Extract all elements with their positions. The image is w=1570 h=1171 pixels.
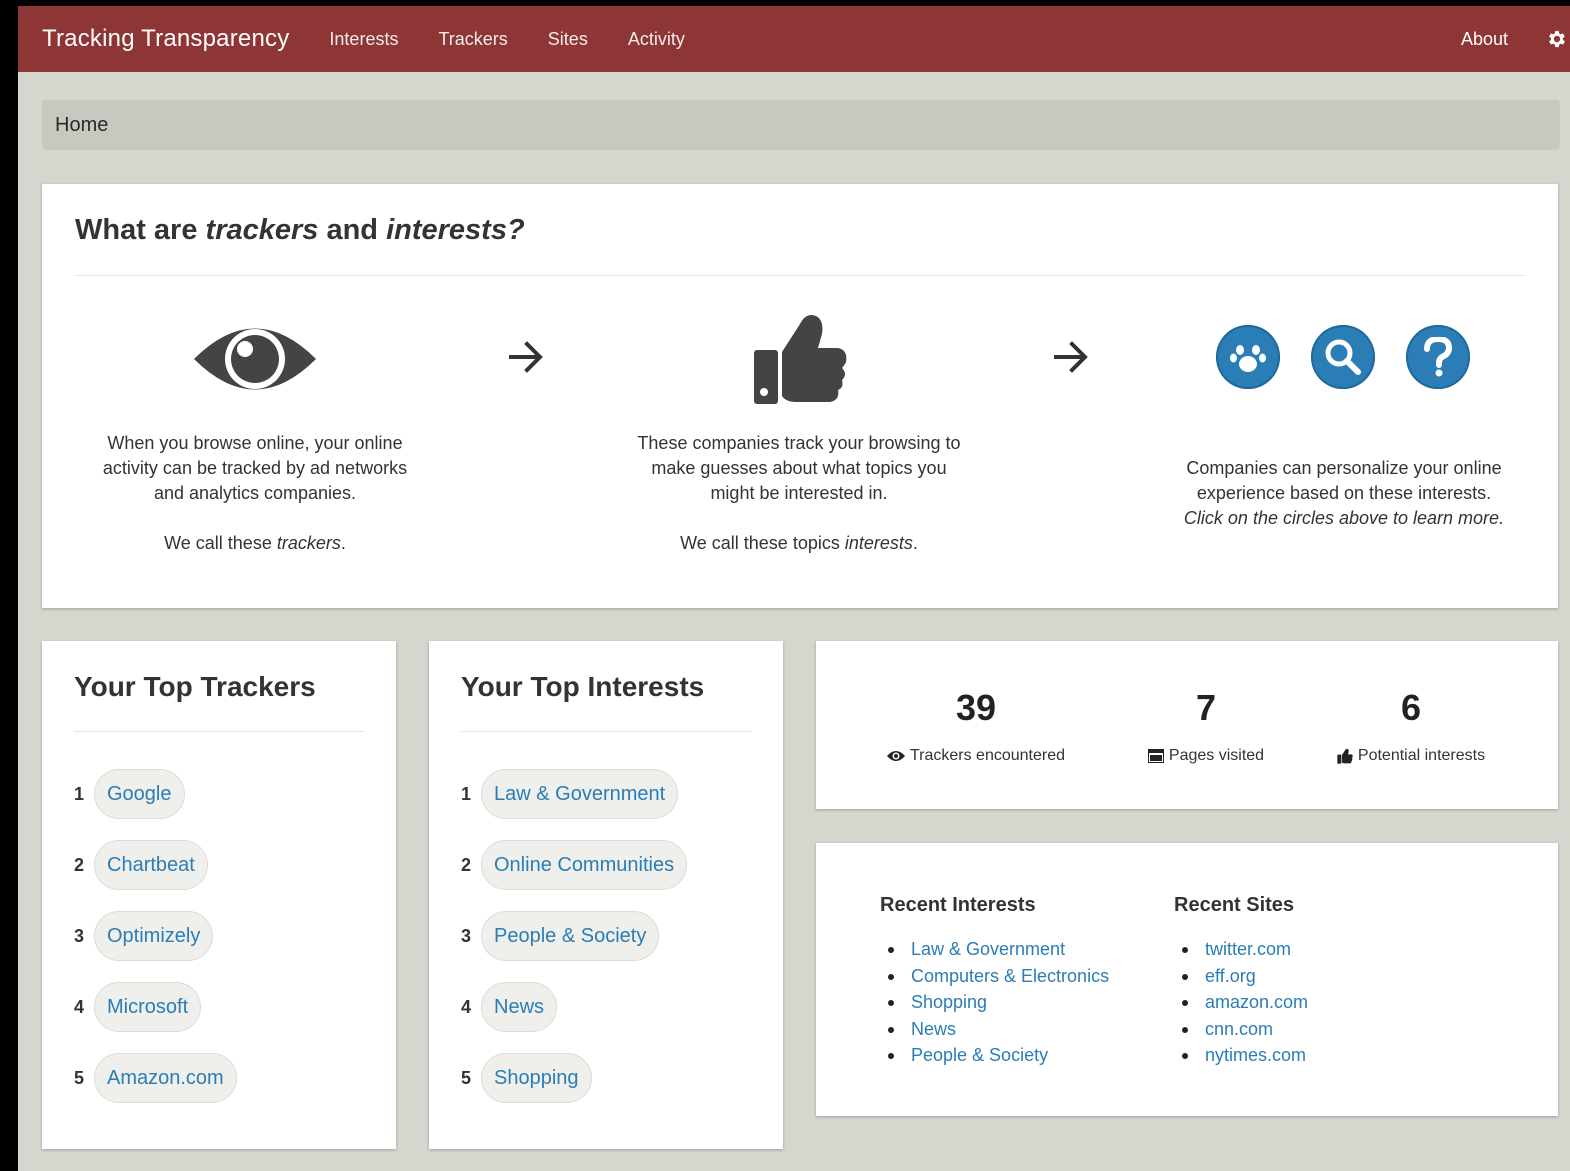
eye-icon (194, 328, 316, 390)
recent-interests-title: Recent Interests (880, 894, 1036, 916)
recent-site-link[interactable]: eff.org (1174, 963, 1308, 990)
paw-button[interactable] (1216, 325, 1280, 389)
recent-interest-link[interactable]: Law & Government (880, 936, 1109, 963)
divider (461, 731, 751, 732)
interest-pill[interactable]: Law & Government (481, 769, 679, 819)
nav-about[interactable]: About (1461, 29, 1508, 50)
stat-pages: 7 Pages visited (1116, 687, 1296, 765)
recent-site-link[interactable]: cnn.com (1174, 1016, 1308, 1043)
stat-trackers: 39 Trackers encountered (866, 687, 1086, 765)
list-item: 3 Optimizely (74, 911, 214, 961)
tracker-pill[interactable]: Optimizely (94, 911, 214, 961)
stats-panel: 39 Trackers encountered 7 Pages visited … (816, 641, 1558, 809)
list-item: 1 Law & Government (461, 769, 679, 819)
breadcrumb-home: Home (55, 113, 109, 136)
tracker-pill[interactable]: Amazon.com (94, 1053, 237, 1103)
intro-title: What are trackers and interests? (75, 214, 525, 246)
navbar: Tracking Transparency Interests Trackers… (18, 6, 1570, 72)
tracker-pill[interactable]: Google (94, 769, 185, 819)
list-item: 3 People & Society (461, 911, 660, 961)
nav-interests[interactable]: Interests (329, 29, 398, 50)
list-item: 4 Microsoft (74, 982, 202, 1032)
top-interests-title: Your Top Interests (461, 671, 705, 702)
interest-pill[interactable]: People & Society (481, 911, 660, 961)
recent-sites-title: Recent Sites (1174, 894, 1295, 916)
eye-icon (886, 751, 905, 761)
recent-panel: Recent Interests Law & Government Comput… (816, 843, 1558, 1116)
recent-interest-link[interactable]: Computers & Electronics (880, 963, 1109, 990)
interest-pill[interactable]: News (481, 982, 558, 1032)
interest-pill[interactable]: Shopping (481, 1053, 592, 1103)
list-item: 5 Shopping (461, 1053, 592, 1103)
window-icon (1147, 749, 1164, 763)
list-item: 2 Online Communities (461, 840, 688, 890)
intro-col2: These companies track your browsing to m… (637, 433, 961, 553)
app-frame: Tracking Transparency Interests Trackers… (18, 6, 1570, 1171)
thumbs-up-icon (1337, 748, 1353, 764)
top-trackers-title: Your Top Trackers (74, 671, 316, 702)
nav-activity[interactable]: Activity (628, 29, 685, 50)
intro-col1: When you browse online, your online acti… (102, 433, 408, 553)
thumbs-up-icon (754, 315, 847, 404)
recent-interests-list: Law & Government Computers & Electronics… (880, 936, 1109, 1069)
interest-pill[interactable]: Online Communities (481, 840, 688, 890)
divider (75, 275, 1525, 276)
arrow-right-icon (509, 341, 543, 373)
top-trackers-panel: Your Top Trackers 1 Google 2 Chartbeat 3… (42, 641, 396, 1149)
question-icon (1424, 337, 1453, 377)
intro-col3: Companies can personalize your online ex… (1183, 458, 1505, 528)
list-item: 2 Chartbeat (74, 840, 208, 890)
nav-sites[interactable]: Sites (548, 29, 588, 50)
arrow-right-icon (1054, 341, 1088, 373)
list-item: 1 Google (74, 769, 185, 819)
divider (74, 731, 364, 732)
gear-icon[interactable] (1546, 28, 1568, 50)
brand-link[interactable]: Tracking Transparency (42, 25, 289, 53)
paw-icon (1230, 345, 1266, 372)
list-item: 5 Amazon.com (74, 1053, 237, 1103)
tracker-pill[interactable]: Microsoft (94, 982, 202, 1032)
recent-interest-link[interactable]: News (880, 1016, 1109, 1043)
top-interests-panel: Your Top Interests 1 Law & Government 2 … (429, 641, 783, 1149)
recent-site-link[interactable]: twitter.com (1174, 936, 1308, 963)
search-icon (1325, 339, 1361, 375)
search-button[interactable] (1311, 325, 1375, 389)
list-item: 4 News (461, 982, 558, 1032)
recent-interest-link[interactable]: People & Society (880, 1042, 1109, 1069)
stat-interests: 6 Potential interests (1316, 687, 1506, 765)
recent-interest-link[interactable]: Shopping (880, 989, 1109, 1016)
breadcrumb: Home (42, 100, 1560, 150)
tracker-pill[interactable]: Chartbeat (94, 840, 208, 890)
nav-trackers[interactable]: Trackers (438, 29, 507, 50)
intro-panel: What are trackers and interests? When yo… (42, 184, 1558, 608)
recent-site-link[interactable]: nytimes.com (1174, 1042, 1308, 1069)
question-button[interactable] (1406, 325, 1470, 389)
recent-site-link[interactable]: amazon.com (1174, 989, 1308, 1016)
recent-sites-list: twitter.com eff.org amazon.com cnn.com n… (1174, 936, 1308, 1069)
